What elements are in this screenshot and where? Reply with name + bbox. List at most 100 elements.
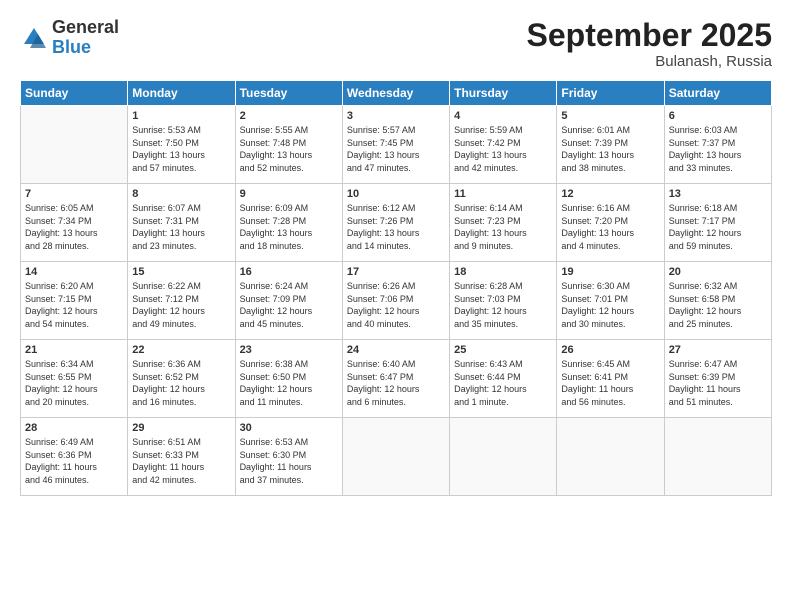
weekday-header-saturday: Saturday	[664, 81, 771, 106]
calendar-cell: 13Sunrise: 6:18 AMSunset: 7:17 PMDayligh…	[664, 184, 771, 262]
cell-info: Daylight: 12 hours	[454, 383, 552, 396]
calendar-cell: 3Sunrise: 5:57 AMSunset: 7:45 PMDaylight…	[342, 106, 449, 184]
cell-info: and 45 minutes.	[240, 318, 338, 331]
logo: General Blue	[20, 18, 119, 58]
calendar-cell: 18 Sunrise: 6:28 AMSunset: 7:03 PMDayligh…	[450, 262, 557, 340]
cell-info: Daylight: 12 hours	[454, 305, 552, 318]
calendar-cell: 10Sunrise: 6:12 AMSunset: 7:26 PMDayligh…	[342, 184, 449, 262]
cell-info: Sunrise: 6:22 AM	[132, 280, 230, 293]
cell-info: Daylight: 12 hours	[240, 305, 338, 318]
cell-info: Sunrise: 6:51 AM	[132, 436, 230, 449]
calendar-cell	[557, 418, 664, 496]
cell-info: Sunrise: 6:47 AM	[669, 358, 767, 371]
cell-info: Daylight: 12 hours	[132, 383, 230, 396]
weekday-header-thursday: Thursday	[450, 81, 557, 106]
cell-info: and 42 minutes.	[132, 474, 230, 487]
day-number: 3	[347, 110, 445, 122]
cell-info: Sunset: 7:28 PM	[240, 215, 338, 228]
cell-info: Sunset: 6:52 PM	[132, 371, 230, 384]
cell-info: Sunset: 6:58 PM	[669, 293, 767, 306]
title-block: September 2025 Bulanash, Russia	[527, 18, 772, 70]
weekday-header-friday: Friday	[557, 81, 664, 106]
day-number: 18	[454, 266, 552, 278]
cell-info: and 11 minutes.	[240, 396, 338, 409]
cell-info: Daylight: 12 hours	[561, 305, 659, 318]
cell-info: and 25 minutes.	[669, 318, 767, 331]
calendar-cell: 11Sunrise: 6:14 AMSunset: 7:23 PMDayligh…	[450, 184, 557, 262]
cell-info: Daylight: 13 hours	[669, 149, 767, 162]
cell-info: and 51 minutes.	[669, 396, 767, 409]
weekday-header-row: SundayMondayTuesdayWednesdayThursdayFrid…	[21, 81, 772, 106]
cell-info: and 20 minutes.	[25, 396, 123, 409]
cell-info: and 54 minutes.	[25, 318, 123, 331]
cell-info: Sunset: 7:48 PM	[240, 137, 338, 150]
day-number: 20	[669, 266, 767, 278]
calendar-cell: 17Sunrise: 6:26 AMSunset: 7:06 PMDayligh…	[342, 262, 449, 340]
day-number: 29	[132, 422, 230, 434]
week-row-5: 28Sunrise: 6:49 AMSunset: 6:36 PMDayligh…	[21, 418, 772, 496]
location: Bulanash, Russia	[527, 53, 772, 70]
day-number: 24	[347, 344, 445, 356]
calendar-cell: 28Sunrise: 6:49 AMSunset: 6:36 PMDayligh…	[21, 418, 128, 496]
calendar-cell: 15Sunrise: 6:22 AMSunset: 7:12 PMDayligh…	[128, 262, 235, 340]
cell-info: Daylight: 13 hours	[132, 227, 230, 240]
cell-info: Sunset: 6:44 PM	[454, 371, 552, 384]
calendar-cell: 27Sunrise: 6:47 AMSunset: 6:39 PMDayligh…	[664, 340, 771, 418]
cell-info: Sunset: 7:01 PM	[561, 293, 659, 306]
cell-info: Sunrise: 6:38 AM	[240, 358, 338, 371]
cell-info: Sunset: 6:50 PM	[240, 371, 338, 384]
cell-info: and 14 minutes.	[347, 240, 445, 253]
calendar-cell: 26Sunrise: 6:45 AMSunset: 6:41 PMDayligh…	[557, 340, 664, 418]
day-number: 27	[669, 344, 767, 356]
day-number: 26	[561, 344, 659, 356]
cell-info: Daylight: 13 hours	[132, 149, 230, 162]
cell-info: Sunrise: 6:16 AM	[561, 202, 659, 215]
day-number: 14	[25, 266, 123, 278]
calendar-cell: 7Sunrise: 6:05 AMSunset: 7:34 PMDaylight…	[21, 184, 128, 262]
cell-info: Daylight: 11 hours	[561, 383, 659, 396]
cell-info: Sunset: 7:03 PM	[454, 293, 552, 306]
cell-info: Daylight: 12 hours	[347, 383, 445, 396]
cell-info: and 6 minutes.	[347, 396, 445, 409]
cell-info: Daylight: 11 hours	[132, 461, 230, 474]
cell-info: Daylight: 12 hours	[25, 305, 123, 318]
cell-info: and 16 minutes.	[132, 396, 230, 409]
cell-info: Daylight: 12 hours	[25, 383, 123, 396]
calendar-cell	[21, 106, 128, 184]
cell-info: Sunrise: 6:07 AM	[132, 202, 230, 215]
cell-info: and 18 minutes.	[240, 240, 338, 253]
day-number: 12	[561, 188, 659, 200]
calendar-page: General Blue September 2025 Bulanash, Ru…	[0, 0, 792, 612]
cell-info: Sunrise: 6:30 AM	[561, 280, 659, 293]
cell-info: and 56 minutes.	[561, 396, 659, 409]
cell-info: Sunset: 6:36 PM	[25, 449, 123, 462]
calendar-cell: 9Sunrise: 6:09 AMSunset: 7:28 PMDaylight…	[235, 184, 342, 262]
day-number: 25	[454, 344, 552, 356]
logo-icon	[20, 24, 48, 52]
cell-info: Sunset: 7:45 PM	[347, 137, 445, 150]
cell-info: and 9 minutes.	[454, 240, 552, 253]
cell-info: Sunrise: 6:28 AM	[454, 280, 552, 293]
calendar-cell: 16Sunrise: 6:24 AMSunset: 7:09 PMDayligh…	[235, 262, 342, 340]
cell-info: Daylight: 13 hours	[347, 227, 445, 240]
cell-info: Sunrise: 6:40 AM	[347, 358, 445, 371]
calendar-cell: 6Sunrise: 6:03 AMSunset: 7:37 PMDaylight…	[664, 106, 771, 184]
calendar-cell: 1Sunrise: 5:53 AMSunset: 7:50 PMDaylight…	[128, 106, 235, 184]
cell-info: Sunrise: 6:24 AM	[240, 280, 338, 293]
calendar-cell: 12Sunrise: 6:16 AMSunset: 7:20 PMDayligh…	[557, 184, 664, 262]
calendar-cell: 8Sunrise: 6:07 AMSunset: 7:31 PMDaylight…	[128, 184, 235, 262]
day-number: 22	[132, 344, 230, 356]
day-number: 6	[669, 110, 767, 122]
cell-info: and 23 minutes.	[132, 240, 230, 253]
cell-info: Sunset: 7:42 PM	[454, 137, 552, 150]
day-number: 15	[132, 266, 230, 278]
weekday-header-sunday: Sunday	[21, 81, 128, 106]
cell-info: Sunrise: 6:20 AM	[25, 280, 123, 293]
calendar-cell	[450, 418, 557, 496]
cell-info: Sunrise: 6:18 AM	[669, 202, 767, 215]
cell-info: Sunrise: 6:14 AM	[454, 202, 552, 215]
day-number: 23	[240, 344, 338, 356]
day-number: 8	[132, 188, 230, 200]
cell-info: Daylight: 11 hours	[25, 461, 123, 474]
cell-info: Sunset: 6:30 PM	[240, 449, 338, 462]
